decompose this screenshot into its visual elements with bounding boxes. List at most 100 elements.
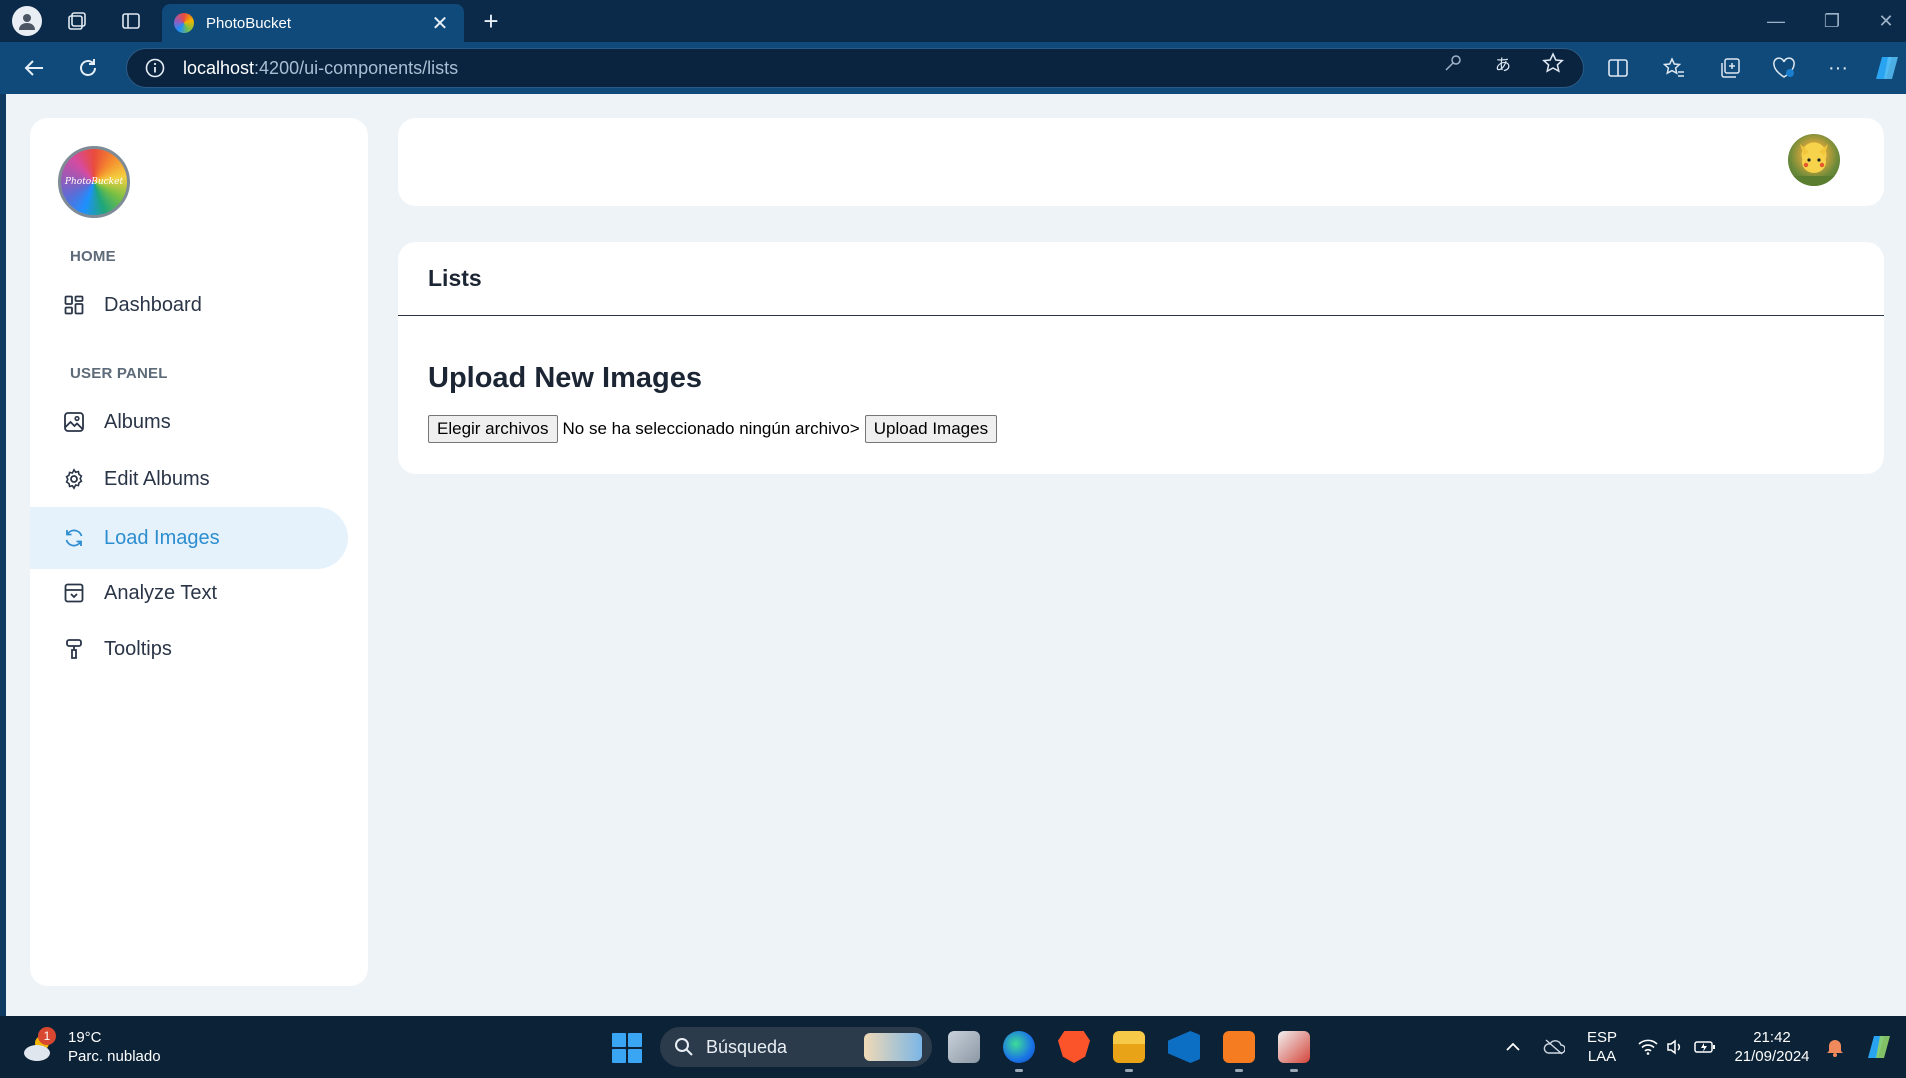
photobucket-logo[interactable]: PhotoBucket — [58, 146, 130, 218]
weather-widget[interactable]: 1 19°C Parc. nublado — [22, 1027, 161, 1066]
choose-files-button[interactable]: Elegir archivos — [428, 415, 558, 443]
clock-time: 21:42 — [1753, 1029, 1791, 1046]
tab-photobucket[interactable]: PhotoBucket ✕ — [162, 4, 464, 42]
split-screen-icon[interactable] — [1602, 53, 1634, 83]
taskbar-search[interactable]: Búsqueda — [660, 1027, 932, 1067]
info-icon[interactable] — [145, 58, 165, 78]
gear-icon — [62, 467, 86, 491]
copilot-taskbar-icon[interactable] — [1862, 1016, 1898, 1078]
sidebar-item-albums[interactable]: Albums — [30, 391, 348, 453]
file-explorer-icon[interactable] — [1113, 1031, 1145, 1072]
restore-icon[interactable]: ❐ — [1812, 6, 1852, 36]
url-text: localhost:4200/ui-components/lists — [183, 58, 458, 79]
section-label-user-panel: USER PANEL — [70, 365, 168, 382]
minimize-icon[interactable]: — — [1756, 6, 1796, 36]
task-view-icon[interactable] — [948, 1031, 980, 1063]
volume-icon[interactable] — [1662, 1016, 1688, 1078]
section-label-home: HOME — [70, 248, 116, 265]
weather-description: Parc. nublado — [68, 1048, 161, 1065]
back-button[interactable] — [18, 53, 50, 83]
workspaces-button[interactable] — [62, 6, 92, 36]
lists-card: Lists Upload New Images Elegir archivos … — [398, 242, 1884, 474]
upload-images-button[interactable]: Upload Images — [864, 415, 998, 443]
photobucket-favicon-icon — [174, 13, 194, 33]
wifi-icon[interactable] — [1634, 1016, 1662, 1078]
battery-icon[interactable] — [1690, 1016, 1720, 1078]
language-bottom: LAA — [1587, 1048, 1617, 1065]
sidebar-item-label: Load Images — [104, 526, 220, 549]
profile-icon — [12, 6, 42, 36]
vertical-tabs-icon — [122, 13, 140, 29]
sidebar-item-analyze-text[interactable]: Analyze Text — [30, 562, 348, 624]
browser-tab-bar: PhotoBucket ✕ + — ❐ ✕ — [0, 0, 1906, 42]
windows-taskbar: 1 19°C Parc. nublado Búsqueda ESP LAA 21… — [0, 1016, 1906, 1078]
user-avatar[interactable] — [1788, 134, 1840, 186]
notification-bell-icon[interactable] — [1820, 1016, 1850, 1078]
search-highlight-icon — [864, 1033, 922, 1061]
close-window-icon[interactable]: ✕ — [1866, 6, 1906, 36]
sidebar-item-edit-albums[interactable]: Edit Albums — [30, 448, 348, 510]
weather-text: 19°C Parc. nublado — [68, 1028, 161, 1066]
sidebar-item-label: Dashboard — [104, 293, 202, 316]
password-key-icon[interactable] — [1438, 50, 1468, 76]
paint-roller-icon — [62, 637, 86, 661]
address-bar[interactable]: localhost:4200/ui-components/lists — [126, 48, 1584, 88]
browser-essentials-icon[interactable] — [1768, 53, 1800, 83]
tab-actions-button[interactable] — [116, 6, 146, 36]
translate-icon[interactable]: あ — [1488, 50, 1518, 76]
start-button[interactable] — [612, 1033, 642, 1063]
sidebar-item-tooltips[interactable]: Tooltips — [30, 618, 348, 680]
onedrive-offline-icon[interactable] — [1540, 1016, 1568, 1078]
vscode-icon[interactable] — [1168, 1031, 1200, 1063]
snipping-tool-icon[interactable] — [1278, 1031, 1310, 1072]
top-header-card — [398, 118, 1884, 206]
archive-icon — [62, 581, 86, 605]
temperature: 19°C — [68, 1029, 102, 1046]
logo-text: PhotoBucket — [64, 177, 124, 187]
brave-browser-icon[interactable] — [1058, 1031, 1090, 1063]
sidebar-item-load-images[interactable]: Load Images — [30, 507, 348, 569]
favorite-star-icon[interactable] — [1538, 50, 1568, 76]
dashboard-icon — [62, 293, 86, 317]
language-top: ESP — [1586, 1029, 1617, 1046]
favorites-icon[interactable] — [1658, 53, 1690, 83]
back-arrow-icon — [24, 60, 43, 76]
copilot-icon[interactable] — [1872, 53, 1904, 83]
file-upload-row: Elegir archivos No se ha seleccionado ni… — [428, 415, 998, 443]
collections-icon[interactable] — [1714, 53, 1746, 83]
refresh-icon — [62, 526, 86, 550]
profile-button[interactable] — [12, 6, 42, 36]
clock-date: 21/09/2024 — [1734, 1048, 1810, 1065]
sidebar-item-label: Albums — [104, 410, 171, 433]
edge-browser-icon[interactable] — [1003, 1031, 1035, 1072]
search-placeholder: Búsqueda — [706, 1036, 788, 1057]
card-title: Lists — [428, 265, 482, 291]
new-tab-icon[interactable]: + — [476, 6, 506, 36]
windows-logo-icon — [612, 1033, 626, 1047]
url-path: :4200/ui-components/lists — [254, 57, 459, 78]
more-options-icon[interactable]: ··· — [1822, 53, 1854, 83]
image-icon — [62, 410, 86, 434]
clock[interactable]: 21:42 21/09/2024 — [1730, 1016, 1814, 1078]
sidebar: PhotoBucket HOME Dashboard USER PANEL Al… — [30, 118, 368, 986]
tab-close-icon[interactable]: ✕ — [428, 11, 452, 36]
page-content: PhotoBucket HOME Dashboard USER PANEL Al… — [6, 94, 1906, 1016]
card-header: Lists — [398, 242, 1884, 316]
browser-toolbar: localhost:4200/ui-components/lists あ ··· — [0, 42, 1906, 94]
reload-button[interactable] — [72, 53, 104, 83]
language-indicator[interactable]: ESP LAA — [1582, 1016, 1622, 1078]
url-host: localhost — [183, 57, 255, 78]
reload-icon — [80, 59, 96, 76]
tab-title: PhotoBucket — [206, 14, 292, 32]
sidebar-item-label: Edit Albums — [104, 467, 210, 490]
xampp-icon[interactable] — [1223, 1031, 1255, 1072]
workspaces-icon — [68, 12, 86, 30]
chevron-up-icon[interactable] — [1500, 1016, 1526, 1078]
weather-badge: 1 — [38, 1027, 56, 1045]
file-status-text: No se ha seleccionado ningún archivo> — [562, 419, 860, 438]
sidebar-item-dashboard[interactable]: Dashboard — [30, 274, 348, 336]
sidebar-item-label: Tooltips — [104, 637, 172, 660]
upload-section-title: Upload New Images — [428, 362, 702, 394]
partly-cloudy-icon: 1 — [22, 1027, 56, 1063]
search-icon — [675, 1038, 693, 1056]
